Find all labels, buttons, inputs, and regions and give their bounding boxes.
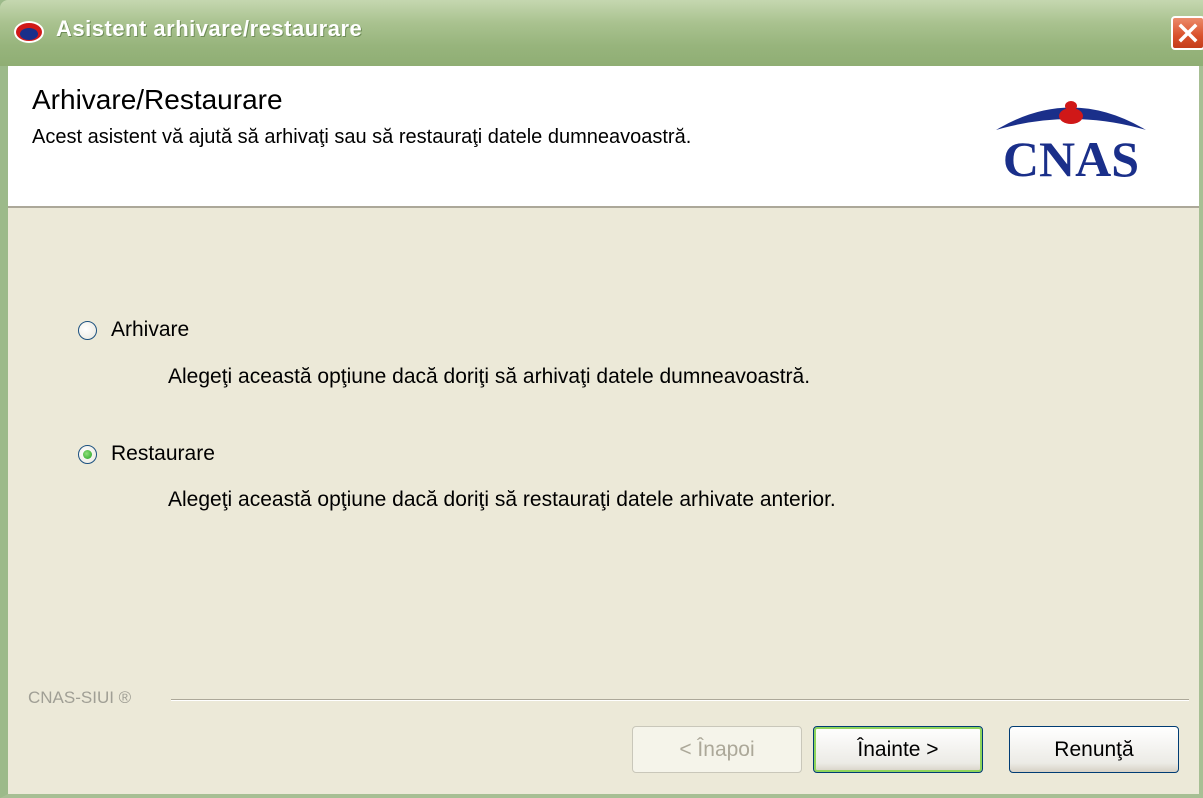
option-restaurare-description: Alegeţi această opţiune dacă doriţi să r… [168, 488, 836, 511]
radio-arhivare[interactable] [78, 320, 97, 340]
close-button[interactable] [1171, 16, 1203, 50]
cnas-logo: CNAS [996, 101, 1146, 187]
next-button[interactable]: Înainte > [813, 726, 983, 773]
close-icon [1178, 23, 1198, 43]
page-title: Arhivare/Restaurare [32, 84, 283, 115]
option-arhivare-description: Alegeţi această opţiune dacă doriţi să a… [168, 365, 811, 388]
radio-restaurare[interactable] [78, 444, 97, 464]
footer-brand: CNAS-SIUI ® [28, 688, 132, 707]
option-arhivare-label: Arhivare [111, 318, 190, 341]
option-arhivare[interactable]: Arhivare [78, 318, 189, 342]
page-subtitle: Acest asistent vă ajută să arhivaţi sau … [32, 126, 692, 148]
cancel-button[interactable]: Renunţă [1009, 726, 1179, 773]
wizard-header: Arhivare/Restaurare Acest asistent vă aj… [8, 66, 1199, 208]
cnas-app-icon [14, 21, 44, 43]
title-bar[interactable]: Asistent arhivare/restaurare [0, 0, 1203, 66]
logo-text: CNAS [1003, 131, 1139, 187]
option-restaurare-label: Restaurare [111, 442, 215, 465]
back-button[interactable]: < Înapoi [632, 726, 802, 773]
footer-divider [171, 699, 1189, 700]
option-restaurare[interactable]: Restaurare [78, 442, 215, 466]
window-title: Asistent arhivare/restaurare [56, 16, 363, 41]
wizard-window: Asistent arhivare/restaurare Arhivare/Re… [0, 0, 1203, 798]
